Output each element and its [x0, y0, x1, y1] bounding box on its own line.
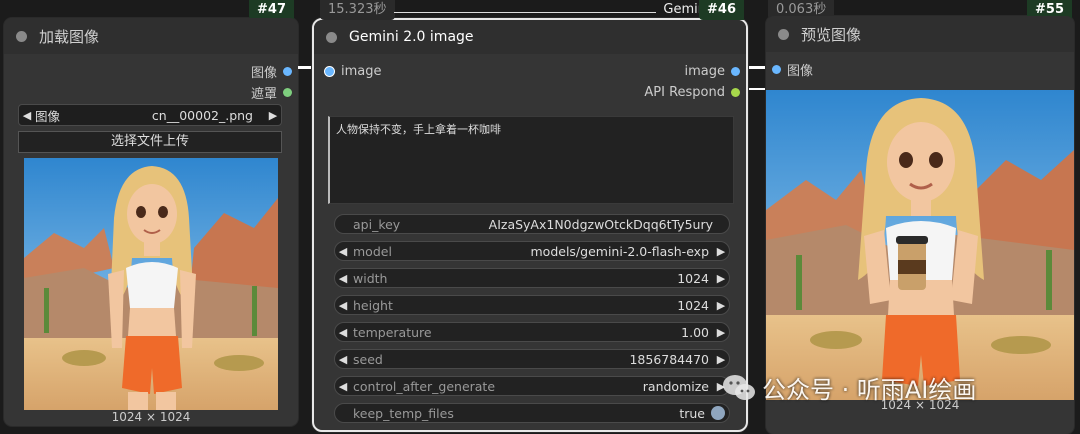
output-dot-icon[interactable] — [731, 67, 740, 76]
execution-timer: 15.323秒 — [320, 0, 395, 20]
arrow-left-icon[interactable]: ◀ — [335, 299, 351, 312]
widget-value: 1024 — [677, 270, 709, 286]
widget-value: cn__00002_.png — [151, 107, 253, 123]
widget-value: 1.00 — [681, 324, 709, 340]
widget-keep-temp-files[interactable]: keep_temp_files true — [334, 403, 730, 423]
widget-value: true — [679, 405, 705, 421]
image-combo-widget[interactable]: ◀ 图像 cn__00002_.png ▶ — [18, 104, 282, 126]
widget-label: keep_temp_files — [353, 405, 454, 421]
widget-label: model — [353, 243, 392, 259]
arrow-right-icon[interactable]: ▶ — [713, 353, 729, 366]
loaded-image — [24, 158, 278, 410]
output-slot-image[interactable]: 图像 — [251, 62, 292, 81]
node-title-bar[interactable]: 加载图像 — [4, 18, 298, 54]
widget-label: width — [353, 270, 388, 286]
widget-label: height — [353, 297, 393, 313]
widget-value: randomize — [642, 378, 709, 394]
slot-label: image — [341, 64, 382, 79]
girl-coffee-image — [766, 90, 1074, 400]
widget-label: temperature — [353, 324, 432, 340]
output-dot-icon[interactable] — [283, 88, 292, 97]
slot-label: API Respond — [644, 85, 725, 100]
arrow-right-icon[interactable]: ▶ — [713, 245, 729, 258]
output-dot-icon[interactable] — [283, 67, 292, 76]
connection-wire-api — [746, 88, 766, 90]
arrow-left-icon[interactable]: ◀ — [335, 353, 351, 366]
widget-height[interactable]: ◀ height 1024 ▶ — [334, 295, 730, 315]
watermark-text: 公众号 · 听雨AI绘画 — [762, 376, 977, 404]
output-slot-mask[interactable]: 遮罩 — [251, 83, 292, 102]
widget-value: AIzaSyAx1N0dgzwOtckDqq6tTy5ury — [488, 216, 713, 232]
node-title: 预览图像 — [801, 25, 862, 44]
upload-button[interactable]: 选择文件上传 — [18, 131, 282, 153]
arrow-left-icon[interactable]: ◀ — [335, 245, 351, 258]
connection-wire — [746, 66, 766, 69]
node-title: 加载图像 — [39, 27, 100, 46]
node-title: Gemini 2.0 image — [349, 29, 474, 45]
output-dot-icon[interactable] — [731, 88, 740, 97]
input-dot-icon[interactable] — [772, 65, 781, 74]
widget-value: 1024 — [677, 297, 709, 313]
arrow-left-icon[interactable]: ◀ — [19, 109, 35, 122]
node-id-badge: #46 — [699, 0, 744, 20]
widget-control-after-generate[interactable]: ◀ control_after_generate randomize ▶ — [334, 376, 730, 396]
image-size-label: 1024 × 1024 — [111, 410, 191, 424]
arrow-right-icon[interactable]: ▶ — [265, 109, 281, 122]
widget-seed[interactable]: ◀ seed 1856784470 ▶ — [334, 349, 730, 369]
wechat-icon — [722, 373, 756, 403]
preview-image — [766, 90, 1074, 400]
girl-desert-image — [24, 158, 278, 410]
toggle-knob-icon[interactable] — [711, 406, 725, 420]
prompt-textarea[interactable]: 人物保持不变，手上拿着一杯咖啡 — [328, 116, 734, 204]
arrow-right-icon[interactable]: ▶ — [713, 299, 729, 312]
output-slot-image[interactable]: image — [684, 64, 740, 79]
collapse-dot-icon[interactable] — [16, 30, 27, 42]
slot-label: 图像 — [250, 66, 277, 81]
widget-label: 图像 — [35, 108, 61, 124]
input-dot-icon[interactable] — [324, 66, 335, 77]
widget-value: models/gemini-2.0-flash-exp — [530, 243, 710, 259]
collapse-dot-icon[interactable] — [326, 31, 337, 43]
arrow-left-icon[interactable]: ◀ — [335, 272, 351, 285]
node-id-badge: #47 — [249, 0, 294, 20]
arrow-right-icon[interactable]: ▶ — [713, 272, 729, 285]
input-slot-image[interactable]: 图像 — [772, 60, 813, 79]
collapse-dot-icon[interactable] — [778, 28, 789, 40]
node-title-bar[interactable]: 预览图像 — [766, 16, 1074, 52]
widget-label: control_after_generate — [353, 378, 496, 394]
output-slot-api[interactable]: API Respond — [644, 85, 740, 100]
widget-label: seed — [353, 351, 383, 367]
arrow-right-icon[interactable]: ▶ — [713, 326, 729, 339]
input-slot-image[interactable]: image — [324, 64, 382, 79]
slot-label: 遮罩 — [250, 87, 277, 102]
header-line — [394, 12, 656, 13]
widget-model[interactable]: ◀ model models/gemini-2.0-flash-exp ▶ — [334, 241, 730, 261]
widget-label: api_key — [353, 216, 401, 232]
arrow-left-icon[interactable]: ◀ — [335, 380, 351, 393]
widget-value: 1856784470 — [629, 351, 709, 367]
node-title-bar[interactable]: Gemini 2.0 image — [314, 20, 746, 54]
load-image-node[interactable]: #47 加载图像 图像 遮罩 ◀ 图像 cn__00002_.png ▶ 选择文… — [4, 0, 298, 426]
widget-temperature[interactable]: ◀ temperature 1.00 ▶ — [334, 322, 730, 342]
widget-width[interactable]: ◀ width 1024 ▶ — [334, 268, 730, 288]
arrow-left-icon[interactable]: ◀ — [335, 326, 351, 339]
slot-label: 图像 — [787, 64, 814, 79]
watermark: 公众号 · 听雨AI绘画 — [722, 370, 976, 405]
gemini-image-node[interactable]: 15.323秒 Gemin #46 Gemini 2.0 image image… — [312, 0, 748, 432]
slot-label: image — [684, 64, 726, 79]
widget-api-key[interactable]: api_key AIzaSyAx1N0dgzwOtckDqq6tTy5ury — [334, 214, 730, 234]
